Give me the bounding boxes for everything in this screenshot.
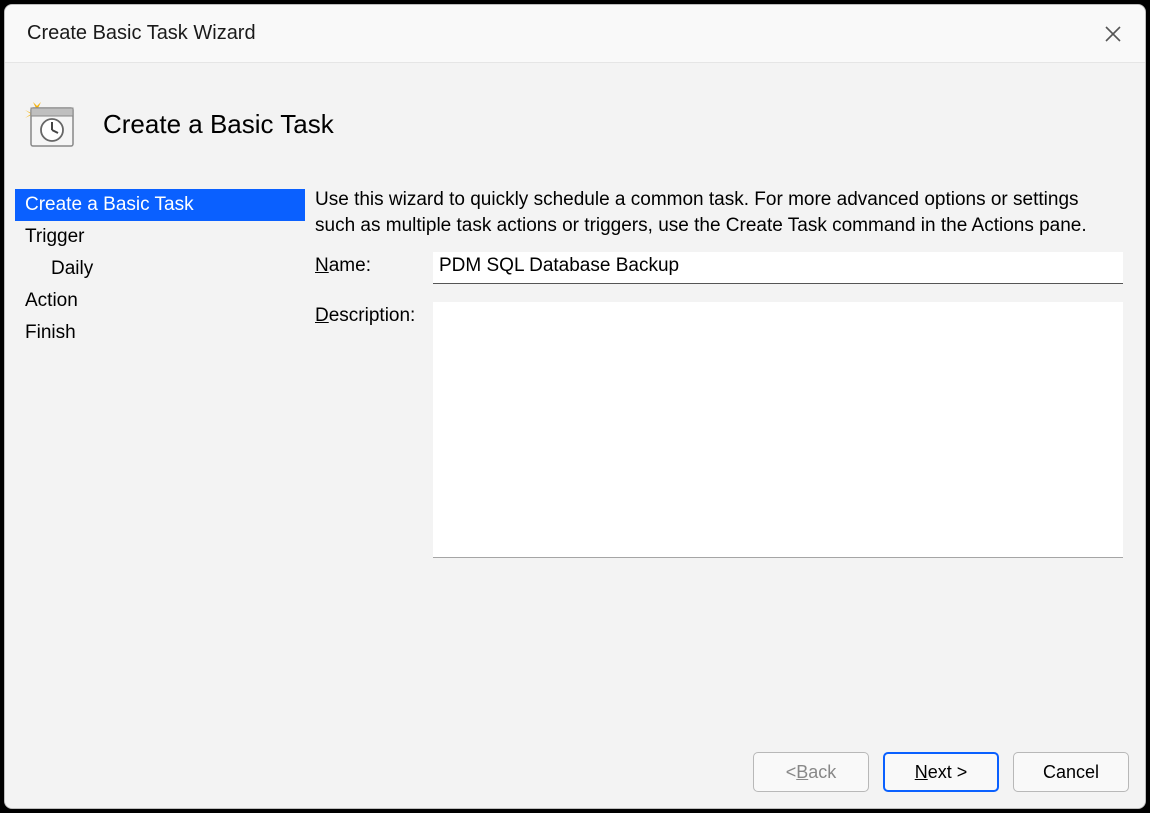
wizard-window: Create Basic Task Wizard Create a Basic …	[4, 4, 1146, 809]
content-area: Create a Basic Task Trigger Daily Action…	[5, 175, 1145, 738]
wizard-intro-text: Use this wizard to quickly schedule a co…	[315, 187, 1123, 238]
name-row: Name:	[315, 252, 1123, 284]
task-description-input[interactable]	[433, 302, 1123, 558]
cancel-button[interactable]: Cancel	[1013, 752, 1129, 792]
close-button[interactable]	[1095, 16, 1131, 52]
page-title: Create a Basic Task	[103, 109, 334, 140]
sidebar-item-action[interactable]: Action	[15, 285, 305, 317]
next-button[interactable]: Next >	[883, 752, 999, 792]
sidebar-item-finish[interactable]: Finish	[15, 317, 305, 349]
sidebar-item-trigger[interactable]: Trigger	[15, 221, 305, 253]
wizard-steps-sidebar: Create a Basic Task Trigger Daily Action…	[15, 189, 305, 738]
main-pane: Use this wizard to quickly schedule a co…	[315, 181, 1135, 738]
description-row: Description:	[315, 302, 1123, 558]
back-button: < Back	[753, 752, 869, 792]
task-name-input[interactable]	[433, 252, 1123, 284]
task-scheduler-icon	[23, 100, 75, 148]
wizard-header: Create a Basic Task	[5, 63, 1145, 175]
description-label: Description:	[315, 302, 433, 327]
sidebar-item-daily[interactable]: Daily	[15, 253, 305, 285]
window-title: Create Basic Task Wizard	[27, 22, 256, 45]
button-bar: < Back Next > Cancel	[5, 738, 1145, 808]
name-label: Name:	[315, 252, 433, 277]
titlebar: Create Basic Task Wizard	[5, 5, 1145, 63]
sidebar-item-create-basic-task[interactable]: Create a Basic Task	[15, 189, 305, 221]
close-icon	[1105, 26, 1121, 42]
